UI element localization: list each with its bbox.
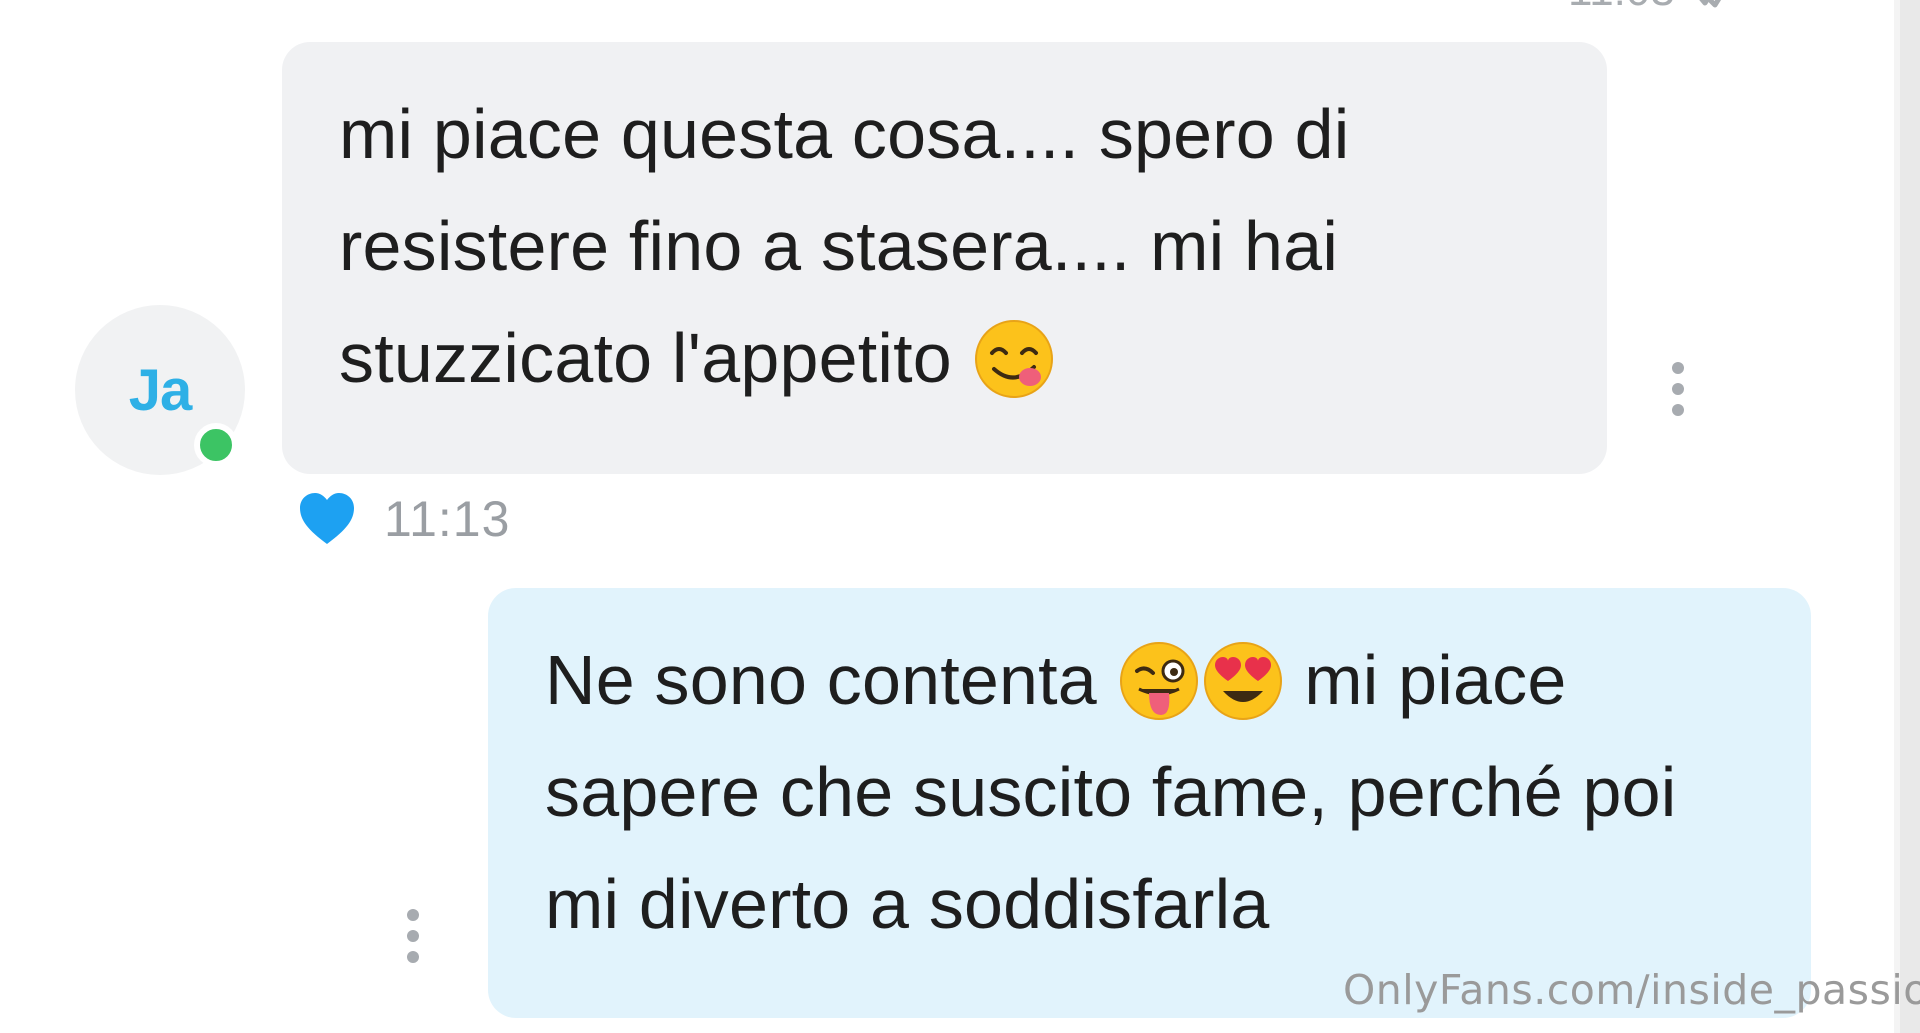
- outgoing-message-line: sapere che suscito fame, perché poi: [545, 753, 1677, 831]
- incoming-message-meta: 11:13: [298, 490, 510, 548]
- message-time: 11:13: [384, 491, 511, 547]
- face-savoring-food-emoji-icon: [974, 319, 1053, 398]
- winking-face-with-tongue-emoji-icon: [1119, 641, 1198, 720]
- incoming-message-line: stuzzicato l'appetito: [339, 319, 952, 397]
- previous-message-time: 11:03: [1568, 0, 1675, 16]
- outgoing-message-options-icon[interactable]: [403, 909, 423, 963]
- incoming-message-bubble[interactable]: mi piace questa cosa.... spero di resist…: [282, 42, 1607, 474]
- heart-eyes-emoji-icon: [1203, 641, 1282, 720]
- previous-message-meta: 11:03: [1568, 0, 1735, 16]
- chat-screen: 11:03 Ja mi piace questa cosa.... spero …: [0, 0, 1920, 1033]
- incoming-message-line: resistere fino a stasera.... mi hai: [339, 207, 1339, 285]
- outgoing-message-bubble[interactable]: Ne sono contenta mi piace sapere che sus…: [488, 588, 1811, 1018]
- incoming-message-line-with-emoji: stuzzicato l'appetito: [339, 302, 1567, 414]
- avatar-initials: Ja: [128, 357, 193, 423]
- double-check-icon: [1699, 0, 1721, 8]
- incoming-message-line: mi piace questa cosa.... spero di: [339, 95, 1350, 173]
- outgoing-message-line: mi diverto a soddisfarla: [545, 865, 1270, 943]
- outgoing-message-text: Ne sono contenta: [545, 641, 1097, 719]
- heart-icon[interactable]: [298, 492, 356, 546]
- watermark: OnlyFans.com/inside_passion: [1343, 966, 1920, 1014]
- scrollbar[interactable]: [1894, 0, 1920, 1033]
- outgoing-message-line-with-emoji: Ne sono contenta mi piace: [545, 624, 1781, 736]
- incoming-message-options-icon[interactable]: [1668, 362, 1688, 416]
- outgoing-message-text: mi piace: [1304, 641, 1567, 719]
- online-status-indicator: [194, 423, 238, 467]
